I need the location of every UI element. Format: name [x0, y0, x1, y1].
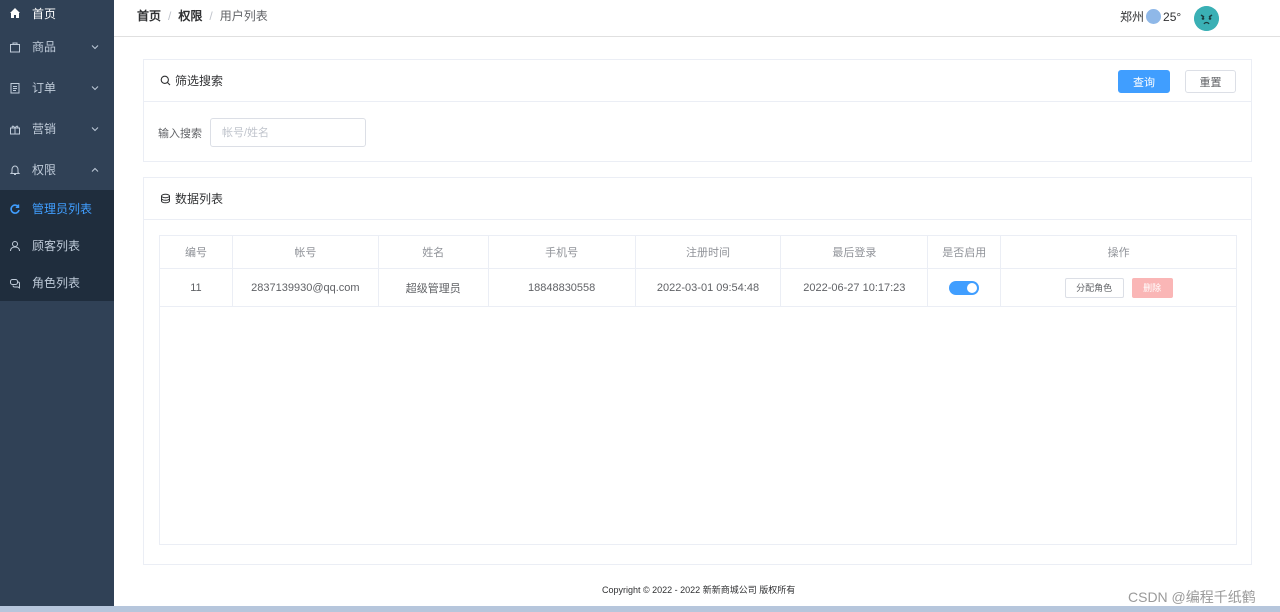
table-empty-area [159, 306, 1237, 545]
cell-enabled [927, 268, 1002, 307]
sidebar: 首页 商品 订单 营销 权限 管理员列表 顾客列表 角色列表 [0, 0, 114, 612]
sidebar-item-admin-list[interactable]: 管理员列表 [0, 190, 114, 227]
column-header: 是否启用 [927, 235, 1002, 269]
search-icon [159, 75, 171, 87]
breadcrumb-current: 用户列表 [219, 9, 268, 23]
document-icon [8, 81, 22, 95]
reset-button[interactable]: 重置 [1185, 70, 1236, 93]
breadcrumb-separator: / [209, 8, 213, 23]
filter-card-header: 筛选搜索 查询 重置 [144, 60, 1251, 102]
cell-actions: 分配角色 删除 [1000, 268, 1237, 307]
present-icon [8, 122, 22, 136]
shopping-bag-icon [8, 40, 22, 54]
filter-title: 筛选搜索 [175, 74, 224, 88]
column-header: 操作 [1000, 235, 1237, 269]
delete-button[interactable]: 删除 [1131, 277, 1173, 298]
watermark: CSDN @编程千纸鹤 [1128, 589, 1256, 605]
cloud-icon [1146, 9, 1162, 24]
weather-temperature: 25° [1163, 9, 1182, 24]
sidebar-item-label: 权限 [32, 163, 57, 177]
avatar[interactable] [1194, 6, 1219, 31]
column-header: 帐号 [231, 235, 379, 269]
chevron-up-icon [90, 165, 100, 175]
sidebar-item-label: 首页 [32, 6, 57, 21]
sidebar-item-customer-list[interactable]: 顾客列表 [0, 227, 114, 264]
search-label: 输入搜索 [158, 127, 202, 140]
taskbar [0, 606, 1280, 612]
breadcrumb-home[interactable]: 首页 [137, 7, 161, 24]
sidebar-item-orders[interactable]: 订单 [0, 67, 114, 108]
chat-icon [8, 276, 22, 290]
database-icon [159, 193, 171, 205]
breadcrumb-separator: / [168, 8, 172, 23]
home-icon [8, 6, 22, 20]
cell-account: 2837139930@qq.com [231, 268, 379, 307]
sidebar-item-marketing[interactable]: 营销 [0, 108, 114, 149]
sidebar-item-label: 订单 [32, 81, 57, 95]
filter-card: 筛选搜索 查询 重置 输入搜索 [143, 59, 1252, 162]
column-header: 编号 [159, 235, 233, 269]
top-bar: 首页 / 权限 / 用户列表 郑州 25° [114, 0, 1280, 37]
main-content: 筛选搜索 查询 重置 输入搜索 数据列表 编号 帐号 [114, 38, 1280, 612]
weather-widget: 郑州 25° [1120, 8, 1181, 25]
chevron-down-icon [90, 42, 100, 52]
search-row: 输入搜索 [158, 118, 366, 147]
sidebar-item-label: 商品 [32, 40, 57, 54]
cell-phone: 18848830558 [487, 268, 636, 307]
breadcrumb: 首页 / 权限 / 用户列表 [137, 7, 268, 24]
chevron-down-icon [90, 83, 100, 93]
assign-role-button[interactable]: 分配角色 [1064, 277, 1124, 298]
sidebar-item-home[interactable]: 首页 [0, 0, 114, 26]
sidebar-item-label: 顾客列表 [32, 239, 81, 253]
column-header: 手机号 [487, 235, 636, 269]
column-header: 注册时间 [634, 235, 782, 269]
sidebar-item-label: 管理员列表 [32, 202, 93, 216]
cell-id: 11 [159, 268, 233, 307]
query-button[interactable]: 查询 [1118, 70, 1170, 93]
refresh-icon [8, 202, 22, 216]
chevron-down-icon [90, 124, 100, 134]
sidebar-item-label: 角色列表 [32, 276, 81, 290]
column-header: 姓名 [377, 235, 489, 269]
bell-icon [8, 163, 22, 177]
data-list-header: 数据列表 [144, 178, 1251, 220]
toggle-knob [967, 282, 978, 293]
cell-name: 超级管理员 [377, 268, 489, 307]
data-table: 编号 帐号 姓名 手机号 注册时间 最后登录 是否启用 操作 11 283713… [159, 235, 1237, 307]
table-header-row: 编号 帐号 姓名 手机号 注册时间 最后登录 是否启用 操作 [159, 235, 1237, 269]
enabled-toggle[interactable] [949, 280, 980, 295]
cell-last-login: 2022-06-27 10:17:23 [780, 268, 929, 307]
data-list-card: 数据列表 编号 帐号 姓名 手机号 注册时间 最后登录 是否启用 操作 11 2… [143, 177, 1252, 565]
cell-registered: 2022-03-01 09:54:48 [634, 268, 782, 307]
column-header: 最后登录 [780, 235, 929, 269]
user-icon [8, 239, 22, 253]
sidebar-item-products[interactable]: 商品 [0, 26, 114, 67]
sidebar-item-role-list[interactable]: 角色列表 [0, 264, 114, 301]
table-row: 11 2837139930@qq.com 超级管理员 18848830558 2… [159, 268, 1237, 307]
sidebar-item-label: 营销 [32, 122, 57, 136]
search-input[interactable] [210, 118, 366, 147]
sidebar-item-permissions[interactable]: 权限 [0, 149, 114, 190]
breadcrumb-permissions[interactable]: 权限 [178, 7, 202, 24]
data-list-title: 数据列表 [175, 192, 224, 206]
footer-copyright: Copyright © 2022 - 2022 新新商城公司 版权所有 [602, 585, 796, 595]
weather-city: 郑州 [1120, 10, 1145, 24]
